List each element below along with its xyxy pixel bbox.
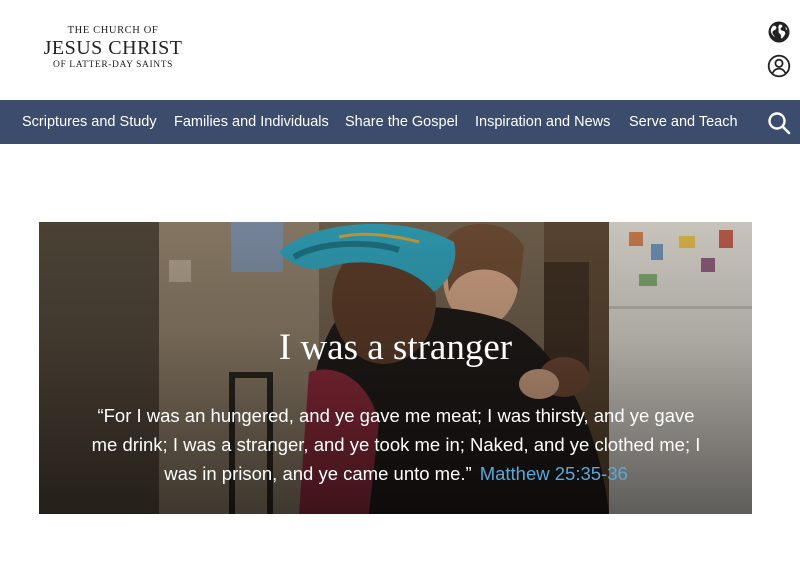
account-icon[interactable] [767,54,791,78]
hero-banner[interactable]: I was a stranger “For I was an hungered,… [39,222,752,514]
search-icon[interactable] [766,110,792,136]
nav-item-families-and-individuals[interactable]: Families and Individuals [174,100,329,144]
hero-quote: “For I was an hungered, and ye gave me m… [91,401,701,488]
site-header: THE CHURCH OF JESUS CHRIST OF LATTER-DAY… [0,0,800,100]
logo-line-3: OF LATTER-DAY SAINTS [52,60,174,70]
nav-item-share-the-gospel[interactable]: Share the Gospel [345,100,458,144]
main-nav: Scriptures and Study Families and Indivi… [0,100,800,144]
logo-line-1: THE CHURCH OF [67,25,159,36]
logo-line-2: JESUS CHRIST [43,37,183,59]
nav-item-inspiration-and-news[interactable]: Inspiration and News [475,100,610,144]
nav-item-serve-and-teach[interactable]: Serve and Teach [629,100,738,144]
church-logo[interactable]: THE CHURCH OF JESUS CHRIST OF LATTER-DAY… [38,25,188,71]
scripture-reference-link[interactable]: Matthew 25:35-36 [480,463,628,484]
hero-title: I was a stranger [278,327,513,368]
globe-icon[interactable] [767,20,791,44]
nav-item-scriptures-and-study[interactable]: Scriptures and Study [22,100,157,144]
